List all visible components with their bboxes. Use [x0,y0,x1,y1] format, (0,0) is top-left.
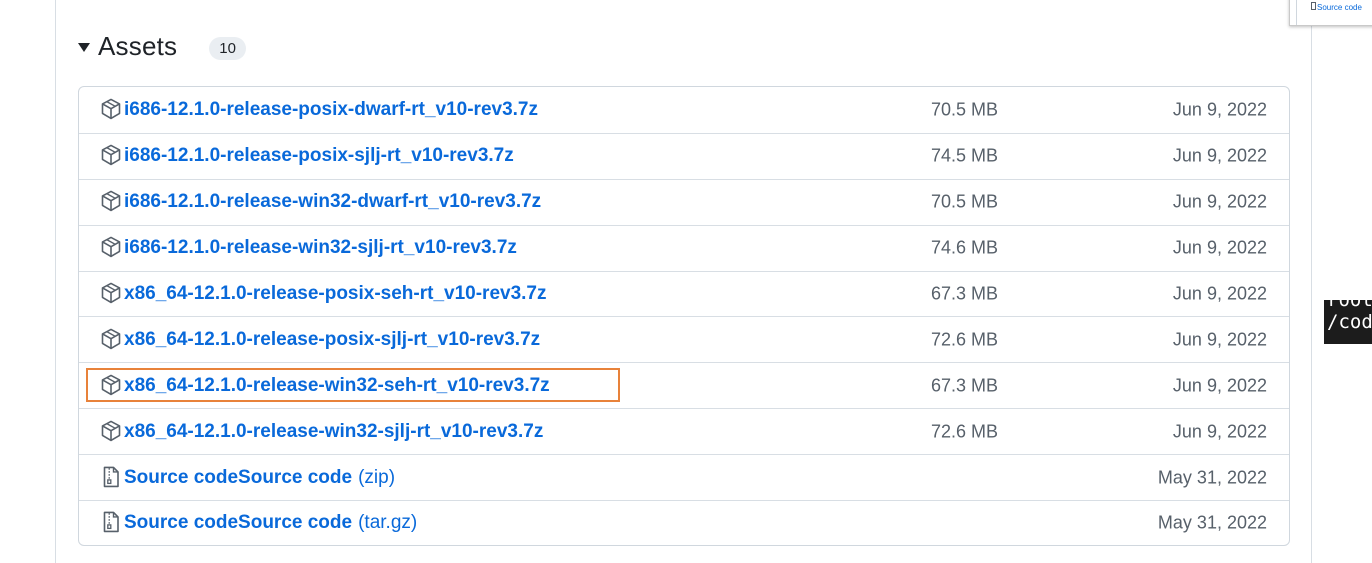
asset-size: 70.5 MB [931,191,999,212]
asset-link-suffix: (tar.gz) [358,512,418,534]
asset-row: i686-12.1.0-release-posix-sjlj-rt_v10-re… [79,132,1289,179]
package-icon [101,98,121,120]
asset-size: 70.5 MB [931,99,999,120]
asset-date: Jun 9, 2022 [1172,237,1267,258]
asset-size: 74.5 MB [931,145,999,166]
file-zip-icon [101,465,121,487]
asset-date: Jun 9, 2022 [1172,283,1267,304]
assets-title: Assets [98,30,178,61]
asset-link[interactable]: i686-12.1.0-release-posix-dwarf-rt_v10-r… [124,99,538,121]
asset-size: 67.3 MB [931,283,999,304]
asset-row: x86_64-12.1.0-release-posix-seh-rt_v10-r… [79,270,1289,317]
asset-link[interactable]: x86_64-12.1.0-release-posix-sjlj-rt_v10-… [124,329,540,351]
asset-row: Source codeSource code (zip) May 31, 2022 [79,454,1289,500]
asset-size: 72.6 MB [931,421,999,442]
terminal-line-2: /code [1327,311,1372,333]
asset-date: Jun 9, 2022 [1172,145,1267,166]
asset-date: May 31, 2022 [1157,512,1267,533]
asset-link[interactable]: i686-12.1.0-release-win32-dwarf-rt_v10-r… [124,191,541,213]
asset-row: x86_64-12.1.0-release-win32-seh-rt_v10-r… [79,362,1289,408]
package-icon [101,144,121,166]
asset-link[interactable]: Source codeSource code (tar.gz) [124,512,417,534]
assets-count-badge: 10 [209,36,246,60]
package-icon [101,190,121,212]
asset-link[interactable]: x86_64-12.1.0-release-win32-seh-rt_v10-r… [124,375,550,397]
asset-row: i686-12.1.0-release-win32-dwarf-rt_v10-r… [79,178,1289,225]
asset-link[interactable]: Source codeSource code (zip) [124,467,395,489]
terminal-line-1: root [1327,300,1372,311]
asset-link[interactable]: x86_64-12.1.0-release-win32-sjlj-rt_v10-… [124,421,543,443]
thumbnail-window[interactable]: Source code [1289,0,1372,26]
terminal-tooltip: root /code [1324,300,1372,344]
asset-row: x86_64-12.1.0-release-win32-sjlj-rt_v10-… [79,408,1289,454]
asset-row: i686-12.1.0-release-posix-dwarf-rt_v10-r… [79,87,1289,133]
thumbnail-text: Source code [1317,3,1362,12]
asset-date: Jun 9, 2022 [1172,99,1267,120]
asset-size: 74.6 MB [931,237,999,258]
package-icon [101,374,121,396]
file-zip-icon [1311,2,1316,10]
asset-size: 67.3 MB [931,375,999,396]
asset-row: i686-12.1.0-release-win32-sjlj-rt_v10-re… [79,224,1289,271]
asset-row: Source codeSource code (tar.gz) May 31, 20… [79,500,1289,545]
assets-header[interactable]: Assets 10 [78,26,246,66]
assets-list: i686-12.1.0-release-posix-dwarf-rt_v10-r… [78,86,1290,546]
thumbnail-content: Source code [1296,0,1372,25]
asset-date: Jun 9, 2022 [1172,375,1267,396]
asset-link[interactable]: i686-12.1.0-release-posix-sjlj-rt_v10-re… [124,145,514,167]
package-icon [101,328,121,350]
package-icon [101,282,121,304]
file-zip-icon [101,511,121,533]
asset-row: x86_64-12.1.0-release-posix-sjlj-rt_v10-… [79,316,1289,362]
asset-date: May 31, 2022 [1157,467,1267,488]
asset-date: Jun 9, 2022 [1172,329,1267,350]
asset-date: Jun 9, 2022 [1172,421,1267,442]
asset-link[interactable]: i686-12.1.0-release-win32-sjlj-rt_v10-re… [124,237,517,259]
asset-link-suffix: (zip) [358,466,396,488]
asset-date: Jun 9, 2022 [1172,191,1267,212]
asset-size: 72.6 MB [931,329,999,350]
caret-down-icon[interactable] [78,42,90,52]
package-icon [101,420,121,442]
asset-link[interactable]: x86_64-12.1.0-release-posix-seh-rt_v10-r… [124,283,547,305]
package-icon [101,236,121,258]
